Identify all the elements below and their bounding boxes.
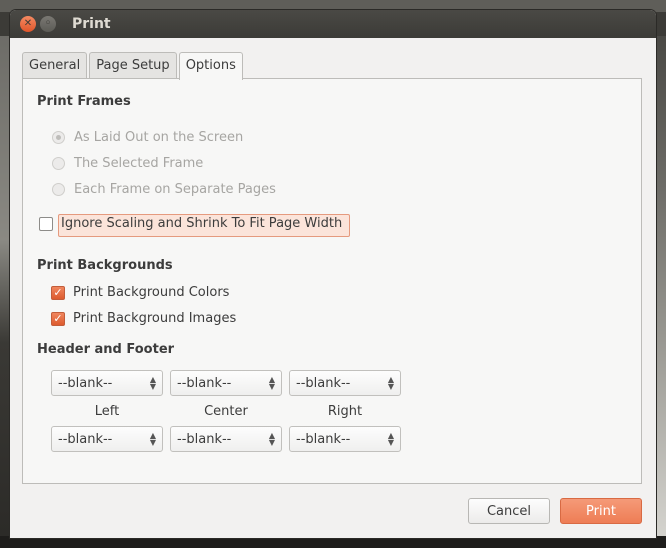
minimize-icon[interactable]: ◦ (40, 16, 56, 32)
center-label: Center (204, 404, 248, 419)
updown-arrows-icon: ▲ ▼ (268, 375, 275, 391)
select-value: --blank-- (296, 375, 351, 391)
cancel-button[interactable]: Cancel (468, 498, 550, 524)
print-backgrounds-heading: Print Backgrounds (37, 258, 173, 273)
print-frames-heading: Print Frames (37, 94, 131, 109)
tab-general[interactable]: General (22, 52, 88, 78)
background-right (656, 36, 666, 548)
close-icon[interactable]: ✕ (20, 16, 36, 32)
radio-as-laid-out[interactable]: As Laid Out on the Screen (52, 130, 243, 145)
header-center-select[interactable]: --blank-- ▲ ▼ (170, 370, 282, 396)
checkmark-icon[interactable]: ✓ (51, 311, 65, 326)
select-value: --blank-- (58, 431, 113, 447)
print-dialog: ✕ ◦ Print General Page Setup Options Pri… (10, 10, 656, 538)
checkbox-label: Print Background Colors (73, 285, 230, 300)
print-background-colors-checkbox[interactable]: ✓ Print Background Colors (51, 285, 229, 300)
radio-selected-frame[interactable]: The Selected Frame (52, 156, 203, 171)
checkbox-label: Print Background Images (73, 311, 237, 326)
tab-bar: General Page Setup Options (22, 52, 245, 80)
background-left (0, 36, 10, 548)
radio-button[interactable] (52, 157, 65, 170)
radio-button[interactable] (52, 131, 65, 144)
ignore-scaling-label: Ignore Scaling and Shrink To Fit Page Wi… (61, 216, 343, 231)
select-value: --blank-- (177, 375, 232, 391)
footer-left-select[interactable]: --blank-- ▲ ▼ (51, 426, 163, 452)
select-value: --blank-- (296, 431, 351, 447)
header-left-select[interactable]: --blank-- ▲ ▼ (51, 370, 163, 396)
footer-right-select[interactable]: --blank-- ▲ ▼ (289, 426, 401, 452)
tab-options[interactable]: Options (178, 52, 243, 80)
options-panel: Print Frames As Laid Out on the Screen T… (22, 78, 642, 484)
titlebar: ✕ ◦ Print (10, 10, 656, 38)
ignore-scaling-checkbox[interactable]: Ignore Scaling and Shrink To Fit Page Wi… (39, 216, 342, 231)
radio-button[interactable] (52, 183, 65, 196)
radio-label: Each Frame on Separate Pages (74, 182, 276, 197)
updown-arrows-icon: ▲ ▼ (149, 375, 156, 391)
print-button[interactable]: Print (560, 498, 642, 524)
checkbox[interactable] (39, 216, 53, 231)
radio-each-frame[interactable]: Each Frame on Separate Pages (52, 182, 276, 197)
select-value: --blank-- (177, 431, 232, 447)
tab-page-setup[interactable]: Page Setup (89, 52, 177, 78)
updown-arrows-icon: ▲ ▼ (387, 431, 394, 447)
window-title: Print (72, 16, 111, 32)
radio-label: The Selected Frame (74, 156, 204, 171)
right-label: Right (327, 404, 363, 419)
radio-label: As Laid Out on the Screen (74, 130, 244, 145)
header-right-select[interactable]: --blank-- ▲ ▼ (289, 370, 401, 396)
header-footer-heading: Header and Footer (37, 342, 175, 357)
left-label: Left (94, 404, 120, 419)
updown-arrows-icon: ▲ ▼ (268, 431, 275, 447)
updown-arrows-icon: ▲ ▼ (149, 431, 156, 447)
checkmark-icon[interactable]: ✓ (51, 285, 65, 300)
print-background-images-checkbox[interactable]: ✓ Print Background Images (51, 311, 236, 326)
footer-center-select[interactable]: --blank-- ▲ ▼ (170, 426, 282, 452)
updown-arrows-icon: ▲ ▼ (387, 375, 394, 391)
select-value: --blank-- (58, 375, 113, 391)
